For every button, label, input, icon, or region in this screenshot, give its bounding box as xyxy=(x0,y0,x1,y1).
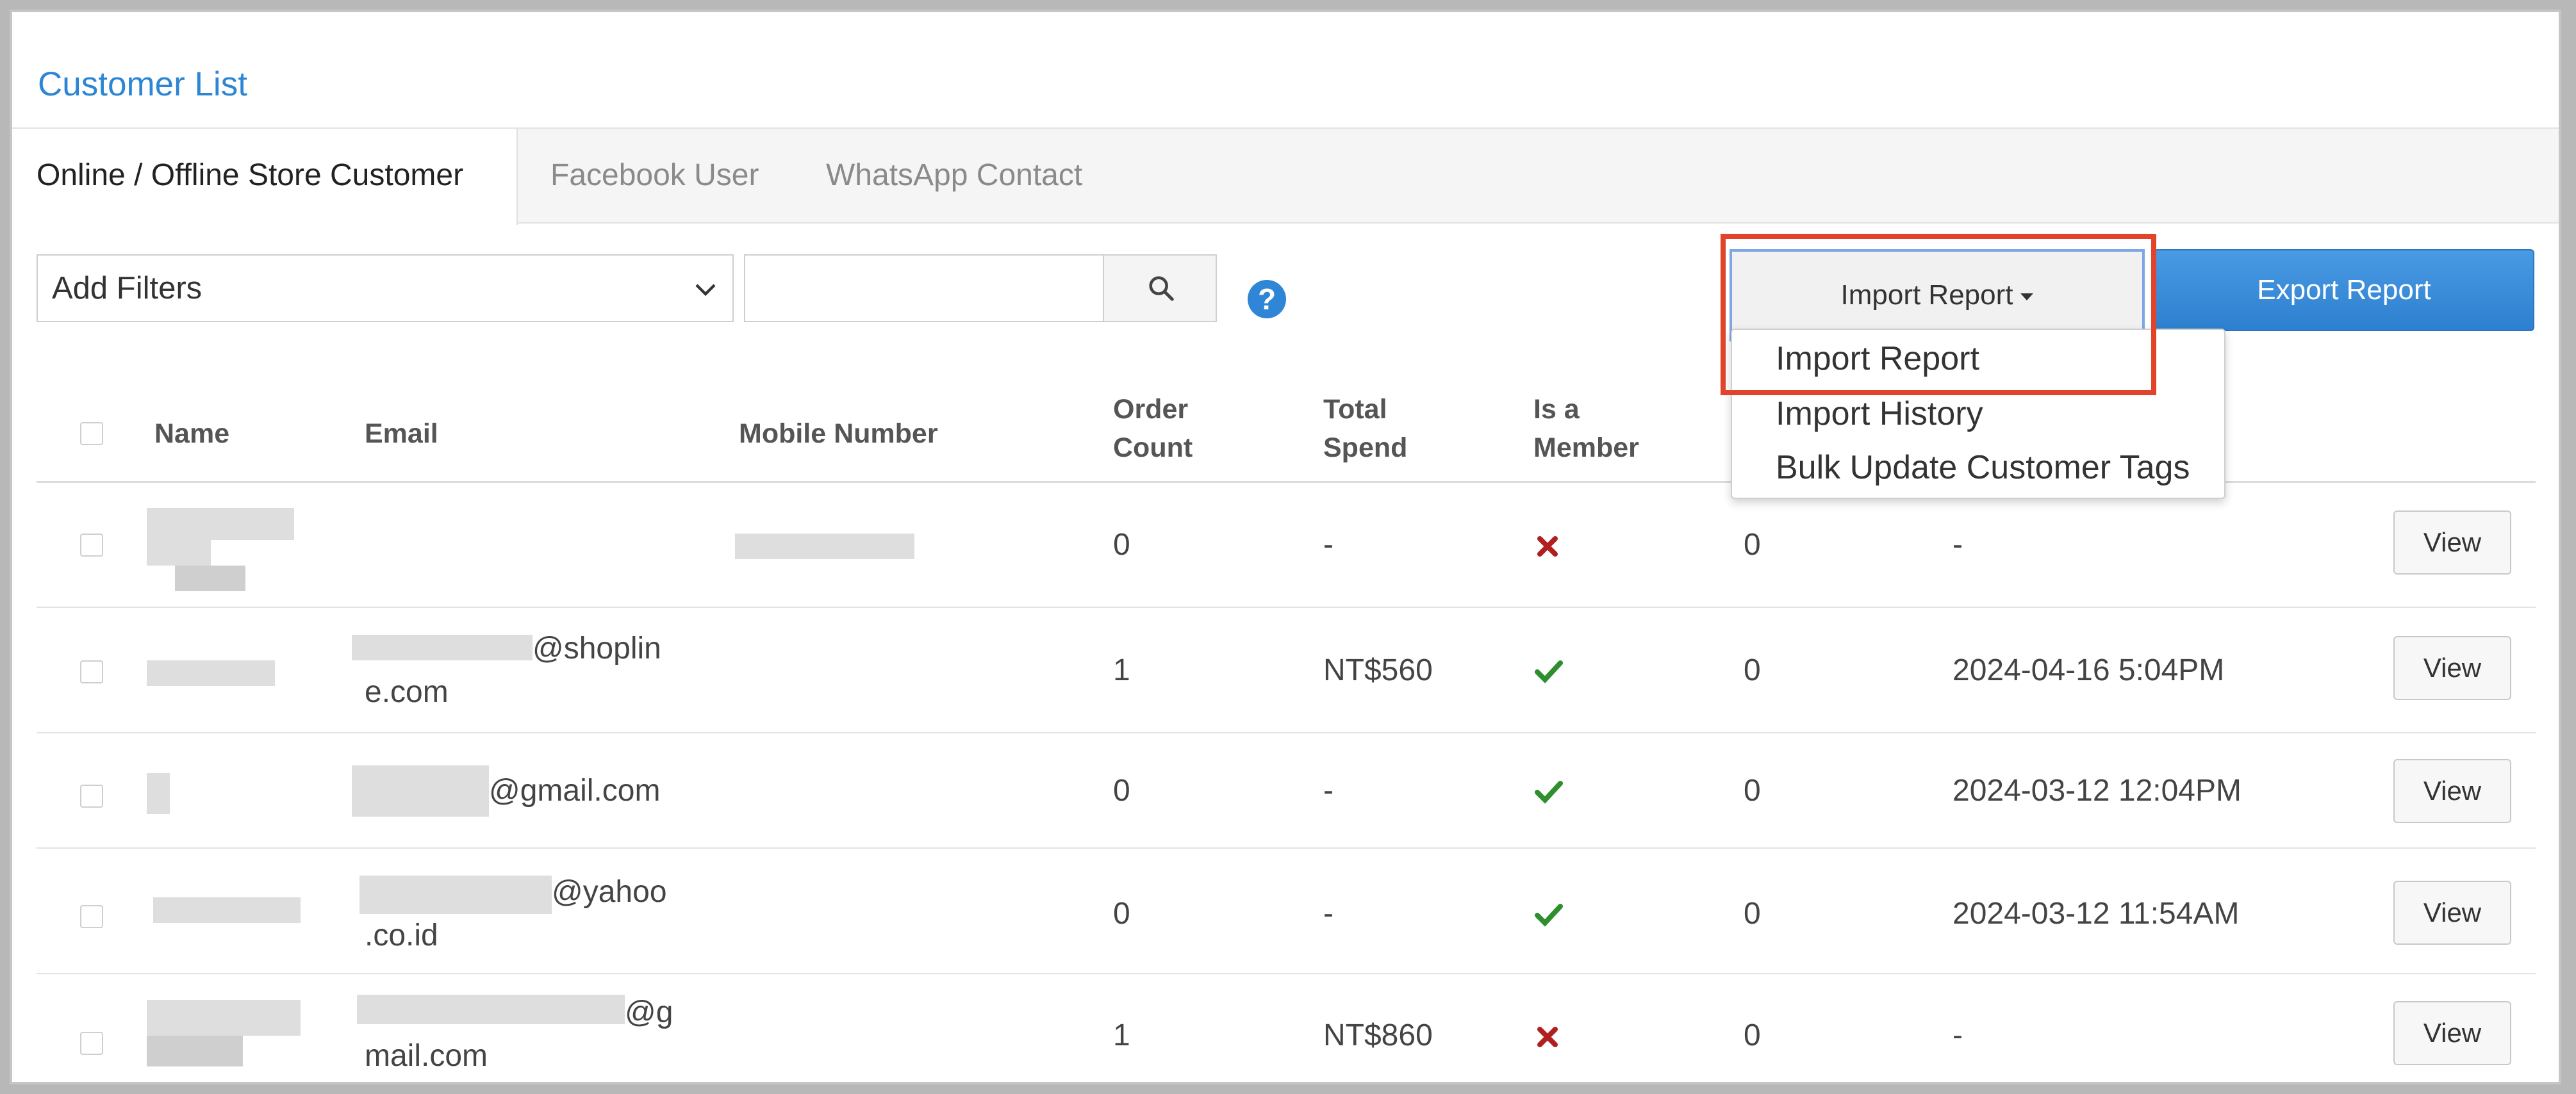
redacted-name xyxy=(153,897,301,923)
help-icon[interactable]: ? xyxy=(1248,280,1286,318)
total-spend: - xyxy=(1323,897,1333,931)
column-name: Name xyxy=(154,418,230,449)
export-report-button[interactable]: Export Report xyxy=(2154,249,2534,331)
table-row: @yahoo .co.id 0 - 0 2024-03-12 11:54AM V… xyxy=(37,849,2536,974)
check-icon xyxy=(1535,660,1563,683)
import-report-button[interactable]: Import Report xyxy=(1730,249,2145,341)
order-count: 1 xyxy=(1113,1018,1130,1052)
search-button[interactable] xyxy=(1103,254,1217,322)
tab-online-offline-store-customer[interactable]: Online / Offline Store Customer xyxy=(12,129,518,225)
view-button[interactable]: View xyxy=(2393,1001,2511,1065)
last-order-date: - xyxy=(1953,1018,1963,1052)
cross-icon xyxy=(1537,1027,1558,1047)
redacted-name xyxy=(147,540,211,566)
last-order-date: 2024-03-12 12:04PM xyxy=(1953,774,2242,808)
check-icon xyxy=(1535,781,1563,804)
table-row: @shoplin e.com 1 NT$560 0 2024-04-16 5:0… xyxy=(37,608,2536,733)
redacted-email xyxy=(352,765,489,817)
email-domain: @gmail.com xyxy=(489,774,661,808)
redacted-email xyxy=(359,876,552,914)
search-icon xyxy=(1149,276,1174,301)
points-value: 0 xyxy=(1744,1018,1761,1052)
menu-item-import-history[interactable]: Import History xyxy=(1776,391,1983,436)
total-spend: - xyxy=(1323,528,1333,562)
order-count: 0 xyxy=(1113,897,1130,931)
import-report-dropdown-menu: Import Report Import History Bulk Update… xyxy=(1731,329,2225,499)
order-count: 0 xyxy=(1113,774,1130,808)
add-filters-label: Add Filters xyxy=(52,271,202,306)
redacted-name xyxy=(147,660,275,686)
email-domain-continued: .co.id xyxy=(365,918,438,952)
email-domain: @shoplin xyxy=(533,632,661,665)
tab-facebook-user[interactable]: Facebook User xyxy=(550,129,759,225)
redacted-email xyxy=(352,635,533,660)
points-value: 0 xyxy=(1744,528,1761,562)
order-count: 0 xyxy=(1113,528,1130,562)
tab-whatsapp-contact[interactable]: WhatsApp Contact xyxy=(826,129,1082,225)
view-button[interactable]: View xyxy=(2393,510,2511,575)
select-all-checkbox[interactable] xyxy=(80,422,103,445)
menu-item-bulk-update-customer-tags[interactable]: Bulk Update Customer Tags xyxy=(1776,445,2190,490)
cross-icon xyxy=(1537,536,1558,557)
page-title: Customer List xyxy=(38,65,247,103)
table-row: @g mail.com 1 NT$860 0 - View xyxy=(37,974,2536,1082)
column-total-spend: Total Spend xyxy=(1323,394,1408,463)
total-spend: NT$860 xyxy=(1323,1018,1433,1052)
row-checkbox[interactable] xyxy=(80,785,103,808)
email-domain: @yahoo xyxy=(552,875,667,909)
email-domain-continued: e.com xyxy=(365,675,449,709)
caret-down-icon xyxy=(2020,293,2034,300)
tab-bar: Online / Offline Store Customer Facebook… xyxy=(12,127,2559,225)
column-mobile-number: Mobile Number xyxy=(739,418,938,449)
view-button[interactable]: View xyxy=(2393,636,2511,700)
customer-list-panel: Customer List Online / Offline Store Cus… xyxy=(10,10,2561,1084)
points-value: 0 xyxy=(1744,653,1761,687)
row-checkbox[interactable] xyxy=(80,905,103,928)
redacted-name xyxy=(175,566,245,591)
row-checkbox[interactable] xyxy=(80,660,103,683)
column-order-count: Order Count xyxy=(1113,394,1193,463)
chevron-down-icon xyxy=(695,284,716,297)
row-checkbox[interactable] xyxy=(80,534,103,557)
row-checkbox[interactable] xyxy=(80,1032,103,1055)
table-row: @gmail.com 0 - 0 2024-03-12 12:04PM View xyxy=(37,733,2536,849)
check-icon xyxy=(1535,904,1563,927)
import-report-label: Import Report xyxy=(1840,279,2013,311)
last-order-date: - xyxy=(1953,528,1963,562)
last-order-date: 2024-04-16 5:04PM xyxy=(1953,653,2225,687)
redacted-name xyxy=(147,508,294,540)
redacted-name xyxy=(147,1036,243,1066)
column-email: Email xyxy=(365,418,438,449)
view-button[interactable]: View xyxy=(2393,759,2511,823)
redacted-name xyxy=(147,773,170,814)
points-value: 0 xyxy=(1744,897,1761,931)
last-order-date: 2024-03-12 11:54AM xyxy=(1953,897,2240,931)
table-row: 0 - 0 - View xyxy=(37,482,2536,608)
column-is-a-member: Is a Member xyxy=(1533,394,1639,463)
redacted-mobile xyxy=(735,534,914,559)
email-domain-continued: mail.com xyxy=(365,1039,488,1073)
redacted-email xyxy=(357,995,625,1024)
add-filters-select[interactable]: Add Filters xyxy=(37,254,734,322)
view-button[interactable]: View xyxy=(2393,881,2511,945)
total-spend: - xyxy=(1323,774,1333,808)
email-domain: @g xyxy=(625,995,673,1029)
search-input[interactable] xyxy=(744,254,1104,322)
total-spend: NT$560 xyxy=(1323,653,1433,687)
order-count: 1 xyxy=(1113,653,1130,687)
redacted-name xyxy=(147,1000,301,1036)
menu-item-import-report[interactable]: Import Report xyxy=(1776,336,1979,381)
points-value: 0 xyxy=(1744,774,1761,808)
